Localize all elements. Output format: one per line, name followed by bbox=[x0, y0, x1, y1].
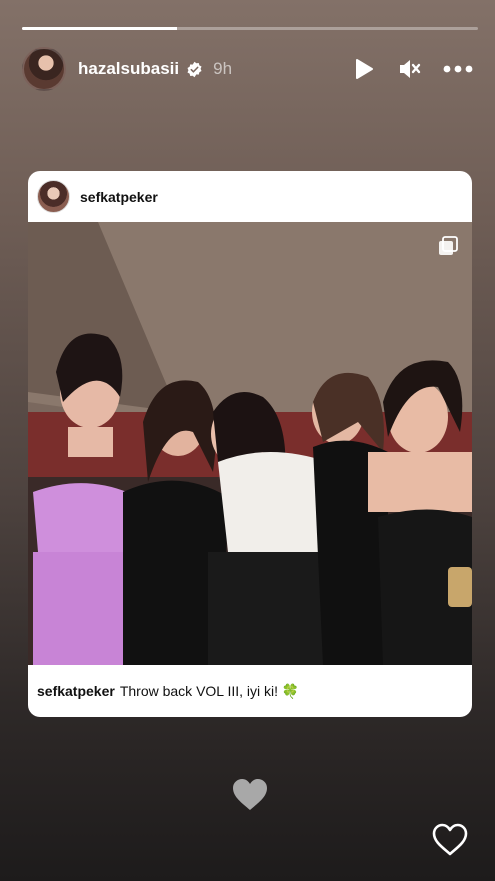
story-progress-bar bbox=[22, 27, 478, 30]
story-time: 9h bbox=[213, 59, 233, 78]
caption-username[interactable]: sefkatpeker bbox=[37, 683, 115, 699]
verified-badge-icon bbox=[186, 61, 203, 78]
story-controls bbox=[351, 56, 473, 82]
caption-text: Throw back VOL III, iyi ki! 🍀 bbox=[119, 682, 300, 699]
post-header: sefkatpeker bbox=[28, 171, 472, 222]
story-header: hazalsubasii 9h bbox=[22, 47, 473, 91]
story-progress-fill bbox=[22, 27, 178, 30]
grey-heart-icon bbox=[232, 778, 268, 812]
heart-outline-icon[interactable] bbox=[432, 823, 468, 857]
post-caption: sefkatpeker Throw back VOL III, iyi ki! … bbox=[28, 665, 472, 717]
more-icon[interactable] bbox=[443, 56, 473, 82]
multiple-photos-icon bbox=[438, 236, 458, 261]
mute-icon[interactable] bbox=[397, 56, 423, 82]
post-avatar[interactable] bbox=[37, 180, 70, 213]
post-photo[interactable] bbox=[28, 222, 472, 665]
story-username[interactable]: hazalsubasii bbox=[78, 59, 179, 79]
avatar[interactable] bbox=[22, 47, 66, 91]
group-photo-illustration bbox=[28, 222, 472, 665]
post-username[interactable]: sefkatpeker bbox=[80, 189, 158, 205]
shared-post-card[interactable]: sefkatpeker sefkatpeker Throw back VOL I… bbox=[28, 171, 472, 717]
play-icon[interactable] bbox=[351, 56, 377, 82]
